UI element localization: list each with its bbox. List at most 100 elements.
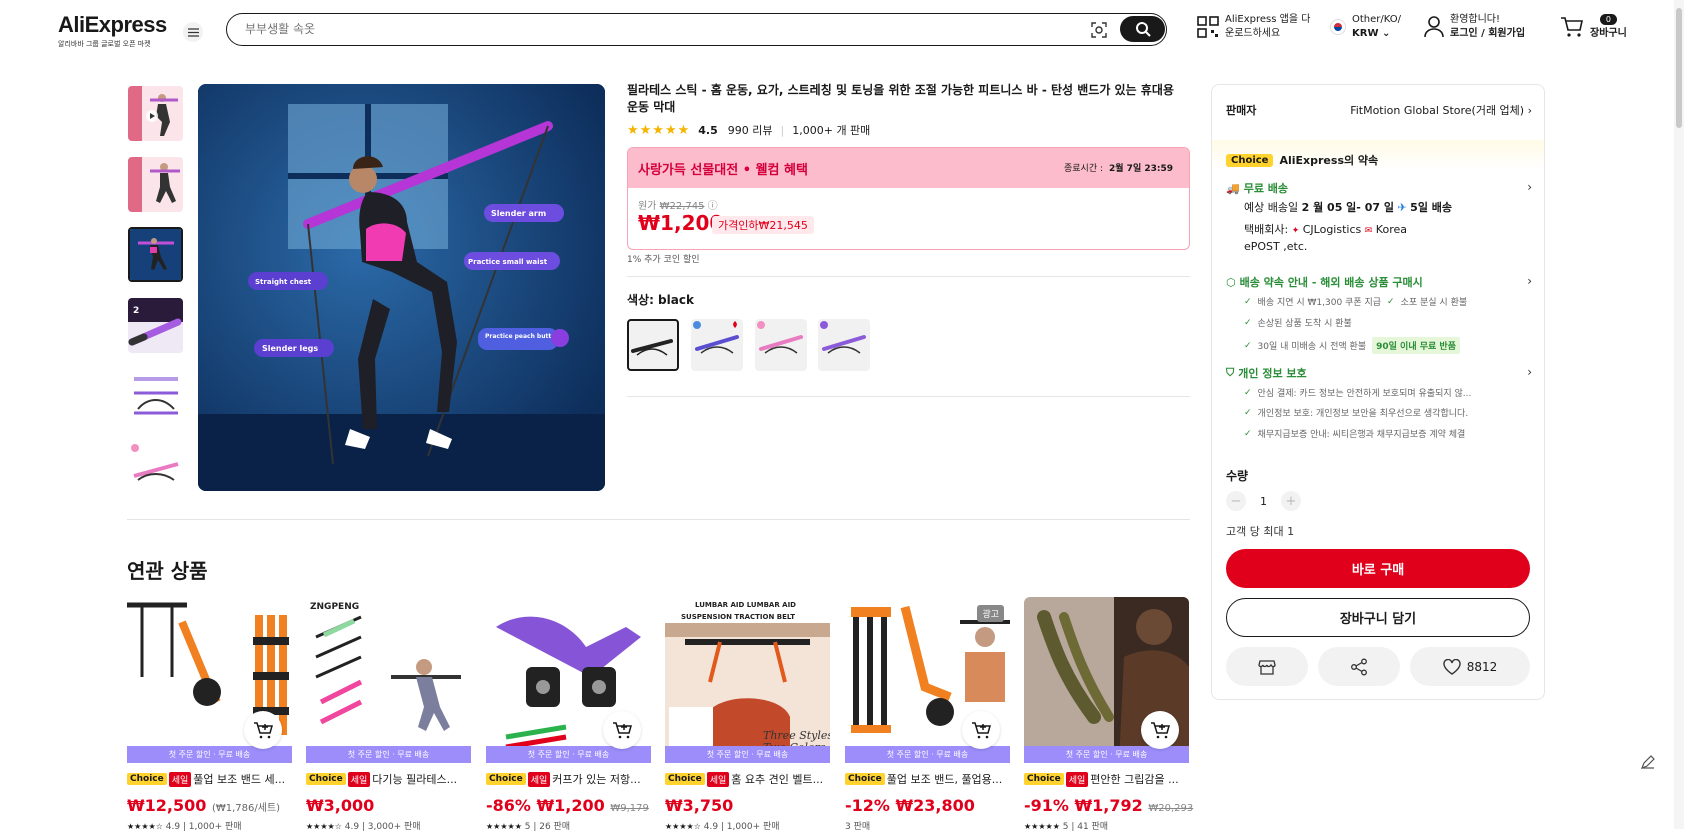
choice-badge: Choice <box>306 773 346 785</box>
search-input[interactable] <box>245 20 1065 38</box>
chevron-right-icon[interactable]: › <box>1527 365 1532 379</box>
share-icon <box>1351 658 1367 675</box>
product-name[interactable]: Choice 세일 편안한 그립감을 ... <box>1024 771 1189 787</box>
store-button[interactable] <box>1226 647 1308 686</box>
camera-search-icon[interactable] <box>1089 20 1109 40</box>
color-swatch-purple[interactable] <box>818 319 870 371</box>
thumbnail-5[interactable] <box>128 369 183 424</box>
thumbnail-1[interactable] <box>128 86 183 141</box>
thumbnail-4[interactable]: 2 <box>128 298 183 353</box>
region-selector[interactable]: Other/KO/KRW ⌄ <box>1330 13 1401 41</box>
add-to-cart-button[interactable]: 장바구니 담기 <box>1226 598 1530 637</box>
login-signup-link[interactable]: 로그인 / 회원가입 <box>1450 27 1525 41</box>
related-product-card[interactable]: LUMBAR AID LUMBAR AID SUSPENSION TRACTION… <box>665 597 830 832</box>
cart-link[interactable]: 0 장바구니 <box>1560 13 1627 41</box>
related-heading: 연관 상품 <box>127 559 208 583</box>
wishlist-button[interactable]: 8812 <box>1410 647 1530 686</box>
choice-promise: Choice AliExpress의 약속 🚚 무료 배송 › 예상 배송일 2 … <box>1212 140 1544 460</box>
account-menu[interactable]: 환영합니다! 로그인 / 회원가입 <box>1424 13 1525 41</box>
wishlist-count: 8812 <box>1466 659 1498 674</box>
review-count[interactable]: 990 리뷰 <box>728 122 773 138</box>
related-product-card[interactable]: 첫 주문 할인 · 무료 배송 Choice 세일 커프가 있는 저항... -86% … <box>486 597 651 832</box>
app-download[interactable]: AliExpress 앱을 다 운로드하세요 <box>1197 13 1310 41</box>
promise-check: ✓ 30일 내 미배송 시 전액 환불 90일 이내 무료 반품 <box>1244 337 1460 354</box>
decrement-button[interactable]: − <box>1226 491 1246 511</box>
product-name[interactable]: Choice 세일 홈 요추 견인 벨트... <box>665 771 830 787</box>
product-name[interactable]: Choice 풀업 보조 밴드, 풀업용... <box>845 771 1010 787</box>
scrollbar[interactable] <box>1674 0 1684 829</box>
search-bar <box>226 13 1167 46</box>
product-thumbnail[interactable]: 첫 주문 할인 · 무료 배송 <box>486 597 651 763</box>
privacy-header[interactable]: ⛉ 개인 정보 보호 <box>1226 365 1307 381</box>
sold-count: 1,000+ 개 판매 <box>792 124 871 137</box>
chevron-right-icon[interactable]: › <box>1527 274 1532 288</box>
product-thumbnail[interactable]: 광고 첫 주문 할인 · 무료 배송 <box>845 597 1010 763</box>
app-line2: 운로드하세요 <box>1225 28 1281 39</box>
quantity-label: 수량 <box>1226 469 1249 483</box>
product-price: ₩12,500 (₩1,786/세트) <box>127 796 281 815</box>
color-swatch-pink[interactable] <box>755 319 807 371</box>
product-title: 필라테스 스틱 - 홈 운동, 요가, 스트레칭 및 토닝을 위한 조절 가능한… <box>627 83 1174 114</box>
seller-row[interactable]: 판매자 FitMotion Global Store(거래 업체) › <box>1226 102 1532 118</box>
svg-text:ZNGPENG: ZNGPENG <box>310 602 359 612</box>
product-thumbnail[interactable]: 첫 주문 할인 · 무료 배송 <box>127 597 292 763</box>
star-rating-icon: ★★★★☆ <box>306 822 342 831</box>
scrollbar-thumb[interactable] <box>1676 8 1682 128</box>
aliexpress-logo[interactable]: AliExpress 알리바바 그룹 글로벌 오픈 마켓 <box>58 12 167 49</box>
product-name[interactable]: Choice 세일 다기능 필라테스... <box>306 771 471 787</box>
add-to-cart-icon[interactable] <box>962 711 1000 749</box>
free-shipping-header[interactable]: 🚚 무료 배송 <box>1226 180 1288 196</box>
promo-banner: 사랑가득 선물대전 • 웰컴 혜택 종료시간 :2월 7일 23:59 <box>628 148 1189 188</box>
choice-badge: Choice <box>665 773 705 785</box>
edit-icon[interactable] <box>1636 750 1660 774</box>
carrier-more: ePOST ,etc. <box>1244 240 1308 253</box>
product-name[interactable]: Choice 세일 커프가 있는 저항... <box>486 771 651 787</box>
related-product-card[interactable]: 광고 첫 주문 할인 · 무료 배송 Choice 풀업 보조 밴드, 풀업용... -… <box>845 597 1010 832</box>
related-product-card[interactable]: 첫 주문 할인 · 무료 배송 Choice 세일 풀업 보조 밴드 세... ₩12,… <box>127 597 292 832</box>
buy-now-button[interactable]: 바로 구매 <box>1226 549 1530 588</box>
sale-badge: 세일 <box>706 771 730 787</box>
related-product-card[interactable]: 첫 주문 할인 · 무료 배송 Choice 세일 편안한 그립감을 ... -91% … <box>1024 597 1193 832</box>
label-slender-arm: Slender arm <box>491 209 546 218</box>
product-name[interactable]: Choice 세일 풀업 보조 밴드 세... <box>127 771 292 787</box>
seller-name[interactable]: FitMotion Global Store(거래 업체) <box>1350 104 1524 117</box>
cj-logo-icon: ✦ <box>1291 226 1300 236</box>
search-button[interactable] <box>1120 16 1165 42</box>
color-swatch-blue[interactable] <box>691 319 743 371</box>
add-to-cart-icon[interactable] <box>1141 711 1179 749</box>
truck-icon: 🚚 <box>1226 181 1240 195</box>
cart-icon <box>1561 17 1583 37</box>
purchase-sidebar: 판매자 FitMotion Global Store(거래 업체) › Choi… <box>1211 84 1545 700</box>
star-rating-icon: ★★★★★ <box>627 122 691 138</box>
product-thumbnail[interactable]: 첫 주문 할인 · 무료 배송 <box>1024 597 1189 763</box>
increment-button[interactable]: + <box>1281 491 1301 511</box>
add-to-cart-icon[interactable] <box>244 711 282 749</box>
related-product-card[interactable]: ZNGPENG 첫 주문 할인 · 무료 배송 Choice 세일 다기능 필라테스..… <box>306 597 471 832</box>
first-order-bar: 첫 주문 할인 · 무료 배송 <box>1024 746 1189 763</box>
cart-count-badge: 0 <box>1599 14 1617 25</box>
quantity-value[interactable]: 1 <box>1260 495 1267 508</box>
thumbnail-6[interactable] <box>128 440 183 495</box>
choice-badge: Choice <box>486 773 526 785</box>
product-price: ₩3,000 <box>306 796 375 815</box>
quantity-stepper: − 1 + <box>1226 491 1301 511</box>
chevron-right-icon[interactable]: › <box>1527 180 1532 194</box>
privacy-check: ✓ 개인정보 보호: 개인정보 보안을 최우선으로 생각합니다. <box>1244 407 1469 420</box>
product-thumbnail[interactable]: ZNGPENG 첫 주문 할인 · 무료 배송 <box>306 597 471 763</box>
product-thumbnail[interactable]: LUMBAR AID LUMBAR AID SUSPENSION TRACTION… <box>665 597 830 763</box>
thumbnail-3-selected[interactable] <box>128 227 183 282</box>
menu-icon[interactable] <box>183 22 203 42</box>
share-button[interactable] <box>1318 647 1400 686</box>
add-to-cart-icon[interactable] <box>603 711 641 749</box>
color-swatch-black[interactable] <box>627 319 679 371</box>
store-icon <box>1258 659 1276 675</box>
plane-icon: ✈ <box>1397 201 1407 214</box>
region-line1: Other/KO/ <box>1352 14 1402 25</box>
discount-badge: 가격인하₩21,545 <box>712 216 814 234</box>
delivery-promise-header[interactable]: ⬡ 배송 약속 안내 - 해외 배송 상품 구매시 <box>1226 274 1423 290</box>
product-stats: 3 판매 <box>845 822 871 832</box>
korea-flag-icon <box>1330 19 1346 35</box>
cart-label: 장바구니 <box>1590 28 1627 39</box>
main-product-image[interactable]: Slender arm Practice small waist Straigh… <box>198 84 605 491</box>
thumbnail-2[interactable] <box>128 157 183 212</box>
